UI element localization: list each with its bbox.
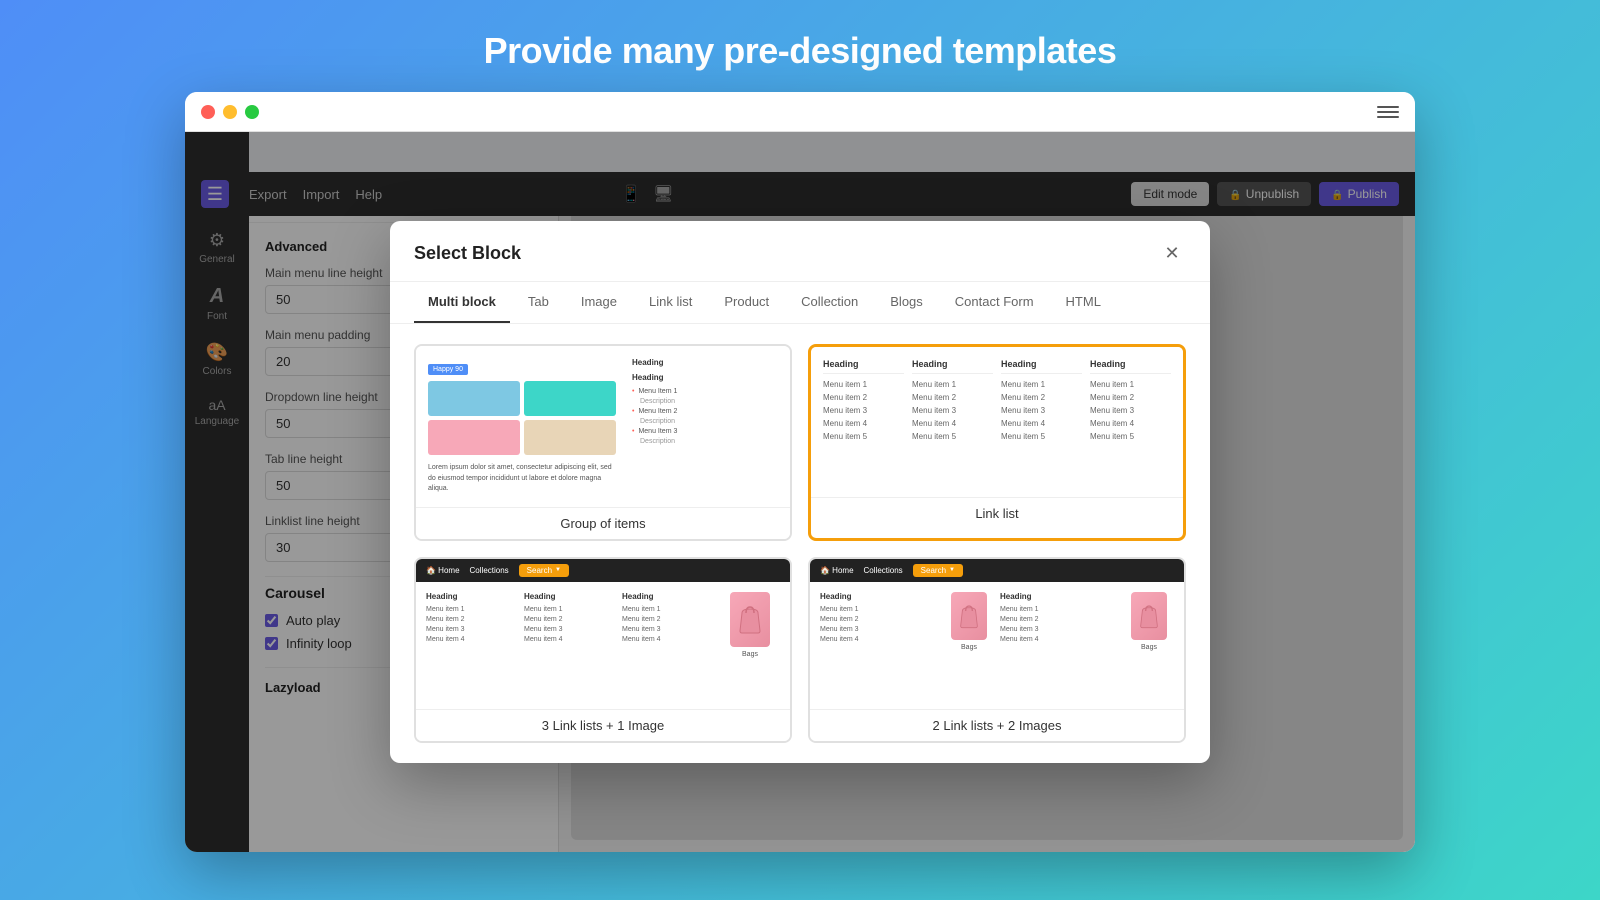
modal-content: Happy 90 Lorem ipsum dolor sit amet, con… xyxy=(390,324,1210,763)
main-window: ☰ Export Import Help 📱 🖥 Edit mode Unpub… xyxy=(185,92,1415,852)
nav-search: Search ▼ xyxy=(519,564,569,577)
2ll-2img-name: 2 Link lists + 2 Images xyxy=(810,709,1184,741)
ll-col-3: Heading Menu item 1 Menu item 2 Menu ite… xyxy=(1001,359,1082,445)
tab-tab[interactable]: Tab xyxy=(514,282,563,323)
bags-label-2b: Bags xyxy=(1141,644,1157,651)
nav-collections: Collections xyxy=(470,566,509,575)
2ll-2img-preview: 🏠 Home Collections Search ▼ Heading Menu… xyxy=(810,559,1184,709)
modal-close-button[interactable]: ✕ xyxy=(1158,239,1186,267)
template-card-3ll-1img[interactable]: 🏠 Home Collections Search ▼ Heading Menu… xyxy=(414,557,792,743)
3ll-1img-name: 3 Link lists + 1 Image xyxy=(416,709,790,741)
tab-html[interactable]: HTML xyxy=(1052,282,1115,323)
tab-multi-block[interactable]: Multi block xyxy=(414,282,510,323)
tll-image-col: Bags xyxy=(720,592,780,658)
window-chrome xyxy=(185,92,1415,132)
tab-product[interactable]: Product xyxy=(710,282,783,323)
tab-link-list[interactable]: Link list xyxy=(635,282,706,323)
link-list-preview: Heading Menu item 1 Menu item 2 Menu ite… xyxy=(811,347,1183,497)
modal-header: Select Block ✕ xyxy=(390,221,1210,282)
traffic-light-red[interactable] xyxy=(201,105,215,119)
traffic-light-green[interactable] xyxy=(245,105,259,119)
group-of-items-preview: Happy 90 Lorem ipsum dolor sit amet, con… xyxy=(416,346,790,507)
modal-title: Select Block xyxy=(414,243,521,264)
select-block-modal: Select Block ✕ Multi block Tab Image Lin… xyxy=(390,221,1210,763)
ll-col-4: Heading Menu item 1 Menu item 2 Menu ite… xyxy=(1090,359,1171,445)
banner-title: Provide many pre-designed templates xyxy=(0,30,1600,72)
modal-tabs: Multi block Tab Image Link list Product … xyxy=(390,282,1210,324)
template-card-link-list[interactable]: Heading Menu item 1 Menu item 2 Menu ite… xyxy=(808,344,1186,541)
3ll-1img-preview: 🏠 Home Collections Search ▼ Heading Menu… xyxy=(416,559,790,709)
traffic-lights xyxy=(201,105,259,119)
tab-blogs[interactable]: Blogs xyxy=(876,282,937,323)
nav-home: 🏠 Home xyxy=(426,566,460,575)
template-card-2ll-2img[interactable]: 🏠 Home Collections Search ▼ Heading Menu… xyxy=(808,557,1186,743)
ll-col-1: Heading Menu item 1 Menu item 2 Menu ite… xyxy=(823,359,904,445)
nav-home-2: 🏠 Home xyxy=(820,566,854,575)
modal-overlay: Select Block ✕ Multi block Tab Image Lin… xyxy=(185,132,1415,852)
traffic-light-yellow[interactable] xyxy=(223,105,237,119)
group-of-items-name: Group of items xyxy=(416,507,790,539)
nav-search-2: Search ▼ xyxy=(913,564,963,577)
nav-collections-2: Collections xyxy=(864,566,903,575)
ll-col-2: Heading Menu item 1 Menu item 2 Menu ite… xyxy=(912,359,993,445)
tab-contact-form[interactable]: Contact Form xyxy=(941,282,1048,323)
bags-label-1: Bags xyxy=(742,651,758,658)
link-list-name: Link list xyxy=(811,497,1183,529)
hamburger-icon[interactable] xyxy=(1377,106,1399,118)
bags-label-2a: Bags xyxy=(961,644,977,651)
template-card-group-of-items[interactable]: Happy 90 Lorem ipsum dolor sit amet, con… xyxy=(414,344,792,541)
templates-grid: Happy 90 Lorem ipsum dolor sit amet, con… xyxy=(414,344,1186,743)
tab-collection[interactable]: Collection xyxy=(787,282,872,323)
tab-image[interactable]: Image xyxy=(567,282,631,323)
bag-image xyxy=(730,592,770,647)
top-banner: Provide many pre-designed templates xyxy=(0,0,1600,92)
